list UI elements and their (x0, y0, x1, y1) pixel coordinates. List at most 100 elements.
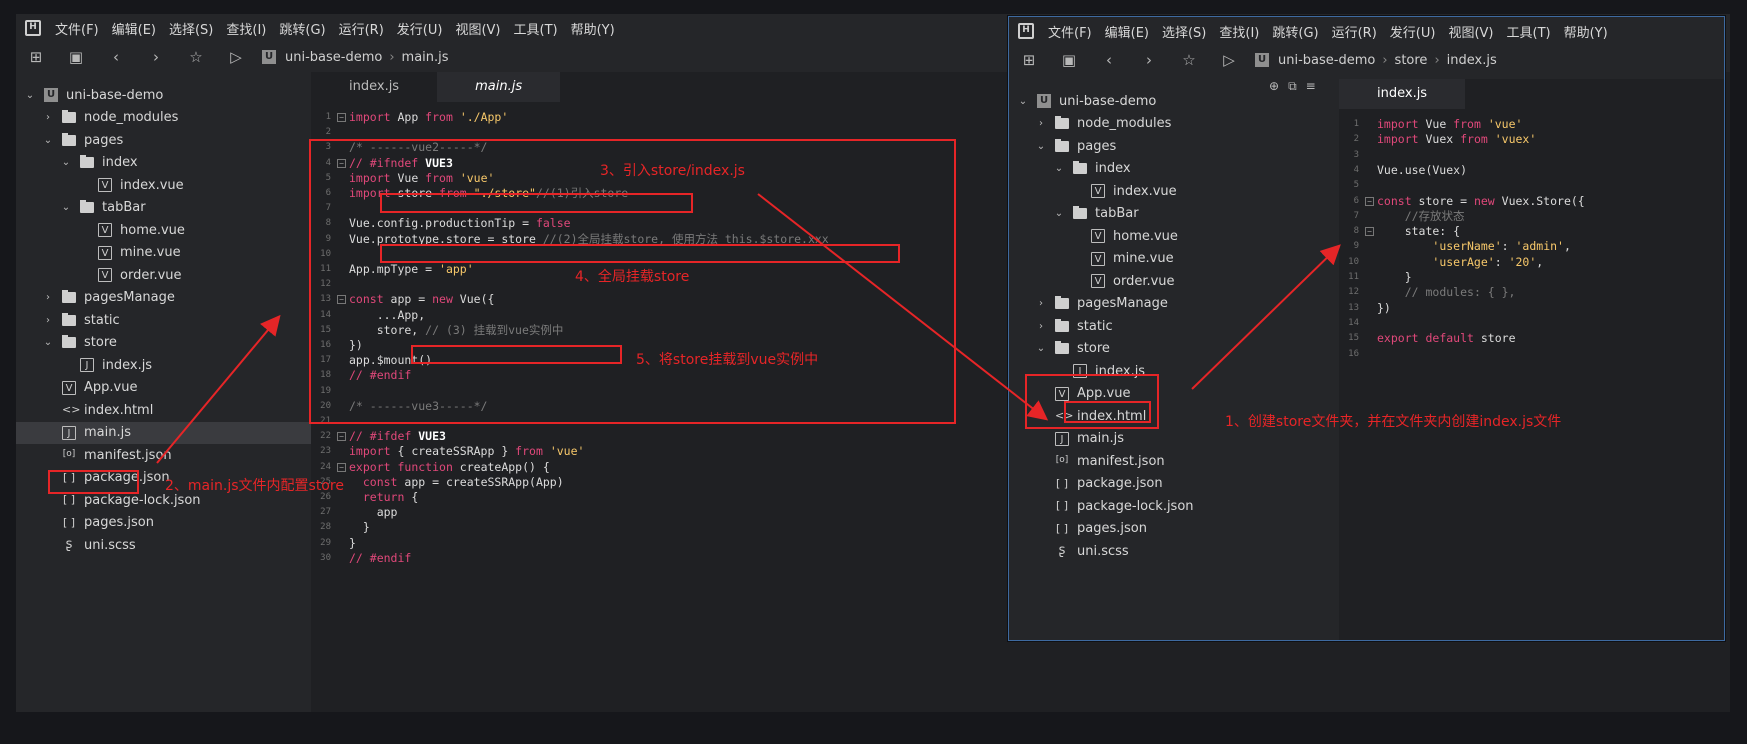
menu-goto[interactable]: 跳转(G) (279, 19, 325, 38)
star-icon[interactable]: ☆ (1169, 51, 1209, 69)
menu-select[interactable]: 选择(S) (169, 19, 213, 38)
fold-icon[interactable]: − (337, 113, 346, 122)
tree-item[interactable]: › pagesManage (1035, 294, 1168, 314)
menu-help[interactable]: 帮助(Y) (571, 19, 615, 38)
chevron-icon[interactable]: ⌄ (1035, 141, 1047, 152)
tree-item[interactable]: <> index.html (42, 400, 153, 420)
code-line[interactable]: 1 import Vue from 'vue' (1339, 117, 1724, 132)
fold-icon[interactable]: − (337, 432, 346, 442)
tree-item[interactable]: Jmain.js (1035, 429, 1124, 449)
chevron-icon[interactable]: › (1035, 321, 1047, 332)
menu-find[interactable]: 查找(I) (226, 19, 266, 38)
run-icon[interactable]: ▷ (1209, 51, 1249, 69)
menu-find[interactable]: 查找(I) (1219, 22, 1259, 41)
tree-item[interactable]: Vmine.vue (78, 243, 181, 263)
tree-item[interactable]: › node_modules (1035, 114, 1171, 134)
tree-item[interactable]: Vhome.vue (78, 220, 185, 240)
tree-item[interactable]: Jindex.js (60, 355, 152, 375)
chevron-icon[interactable]: › (42, 292, 54, 303)
tree-item[interactable]: ⌄ pages (1035, 136, 1116, 156)
tree-item[interactable]: Vmine.vue (1071, 249, 1174, 269)
tree-item[interactable]: [ ] pages.json (42, 513, 154, 533)
chevron-icon[interactable]: › (1035, 118, 1047, 129)
code-line[interactable]: 3 (1339, 148, 1724, 163)
tab-main-js[interactable]: main.js (437, 72, 561, 102)
menu-view[interactable]: 视图(V) (1448, 22, 1493, 41)
menu-edit[interactable]: 编辑(E) (112, 19, 156, 38)
breadcrumb-folder[interactable]: store (1395, 53, 1428, 68)
menu-edit[interactable]: 编辑(E) (1105, 22, 1149, 41)
tree-item[interactable]: Vorder.vue (1071, 271, 1175, 291)
chevron-icon[interactable]: ⌄ (60, 157, 72, 168)
breadcrumb-project[interactable]: uni-base-demo (1278, 53, 1375, 68)
save-icon[interactable]: ▣ (1049, 51, 1089, 69)
code-line[interactable]: 10 'userAge': '20', (1339, 255, 1724, 270)
menu-tools[interactable]: 工具(T) (514, 19, 558, 38)
forward-icon[interactable]: › (1129, 51, 1169, 69)
tree-item[interactable]: Vorder.vue (78, 265, 182, 285)
code-line[interactable]: 12 // modules: { }, (1339, 285, 1724, 300)
menu-run[interactable]: 运行(R) (339, 19, 384, 38)
menu-help[interactable]: 帮助(Y) (1564, 22, 1608, 41)
code-line[interactable]: 11 } (1339, 270, 1724, 285)
tree-item[interactable]: ʂ uni.scss (1035, 541, 1129, 561)
tree-item[interactable]: › static (42, 310, 120, 330)
tree-item[interactable]: ⌄ store (42, 333, 117, 353)
tree-item[interactable]: ⌄ tabBar (1053, 204, 1139, 224)
chevron-icon[interactable]: ⌄ (1053, 208, 1065, 219)
chevron-icon[interactable]: ⌄ (1017, 96, 1029, 107)
code-line[interactable]: 6− const store = new Vuex.Store({ (1339, 194, 1724, 209)
forward-icon[interactable]: › (136, 48, 176, 66)
menu-file[interactable]: 文件(F) (1048, 22, 1092, 41)
tree-item[interactable]: › static (1035, 316, 1113, 336)
code-line[interactable]: 7 //存放状态 (1339, 209, 1724, 224)
code-editor-store-index-js[interactable]: 1 import Vue from 'vue' 2 import Vuex from … (1339, 109, 1724, 640)
tree-item[interactable]: Vindex.vue (78, 175, 184, 195)
star-icon[interactable]: ☆ (176, 48, 216, 66)
tree-item[interactable]: [o] manifest.json (1035, 451, 1165, 471)
tree-item[interactable]: Vhome.vue (1071, 226, 1178, 246)
menu-publish[interactable]: 发行(U) (1390, 22, 1436, 41)
chevron-icon[interactable]: ⌄ (60, 202, 72, 213)
tree-item[interactable]: ʂ uni.scss (42, 535, 136, 555)
back-icon[interactable]: ‹ (96, 48, 136, 66)
fold-icon[interactable]: − (1365, 227, 1374, 237)
chevron-icon[interactable]: › (42, 112, 54, 123)
chevron-icon[interactable]: ⌄ (1035, 343, 1047, 354)
code-line[interactable]: 2 import Vuex from 'vuex' (1339, 132, 1724, 147)
back-icon[interactable]: ‹ (1089, 51, 1129, 69)
fold-icon[interactable]: − (337, 462, 346, 472)
menu-goto[interactable]: 跳转(G) (1272, 22, 1318, 41)
menu-run[interactable]: 运行(R) (1332, 22, 1377, 41)
tree-item[interactable]: ⌄ index (60, 153, 138, 173)
tree-item[interactable]: ⌄ Uuni-base-demo (24, 85, 164, 105)
tree-item[interactable]: [ ] package.json (1035, 474, 1163, 494)
tree-item[interactable]: [ ] package-lock.json (1035, 496, 1194, 516)
tree-item[interactable]: ⌄ tabBar (60, 198, 146, 218)
tree-item[interactable]: ⌄ Uuni-base-demo (1017, 91, 1157, 111)
tree-item[interactable]: V App.vue (42, 378, 137, 398)
menu-select[interactable]: 选择(S) (1162, 22, 1206, 41)
code-line[interactable]: 16 (1339, 347, 1724, 362)
tab-index-js[interactable]: index.js (1339, 79, 1466, 109)
tree-item[interactable]: ⌄ index (1053, 159, 1131, 179)
code-line[interactable]: 4 Vue.use(Vuex) (1339, 163, 1724, 178)
chevron-icon[interactable]: ⌄ (24, 90, 36, 101)
tree-item[interactable]: ⌄ store (1035, 339, 1110, 359)
code-line[interactable]: 8− state: { (1339, 224, 1724, 239)
menu-publish[interactable]: 发行(U) (397, 19, 443, 38)
tree-item[interactable]: [o] manifest.json (42, 445, 172, 465)
new-file-icon[interactable]: ⊞ (1009, 51, 1049, 69)
tree-item[interactable]: › node_modules (42, 108, 178, 128)
code-line[interactable]: 14 (1339, 316, 1724, 331)
chevron-icon[interactable]: ⌄ (42, 135, 54, 146)
breadcrumb-file[interactable]: main.js (402, 50, 449, 65)
tab-index-js[interactable]: index.js (311, 72, 437, 102)
menu-tools[interactable]: 工具(T) (1507, 22, 1551, 41)
chevron-icon[interactable]: › (1035, 298, 1047, 309)
breadcrumb-file[interactable]: index.js (1447, 53, 1497, 68)
chevron-icon[interactable]: ⌄ (42, 337, 54, 348)
save-icon[interactable]: ▣ (56, 48, 96, 66)
new-file-icon[interactable]: ⊞ (16, 48, 56, 66)
code-line[interactable]: 15 export default store (1339, 331, 1724, 346)
